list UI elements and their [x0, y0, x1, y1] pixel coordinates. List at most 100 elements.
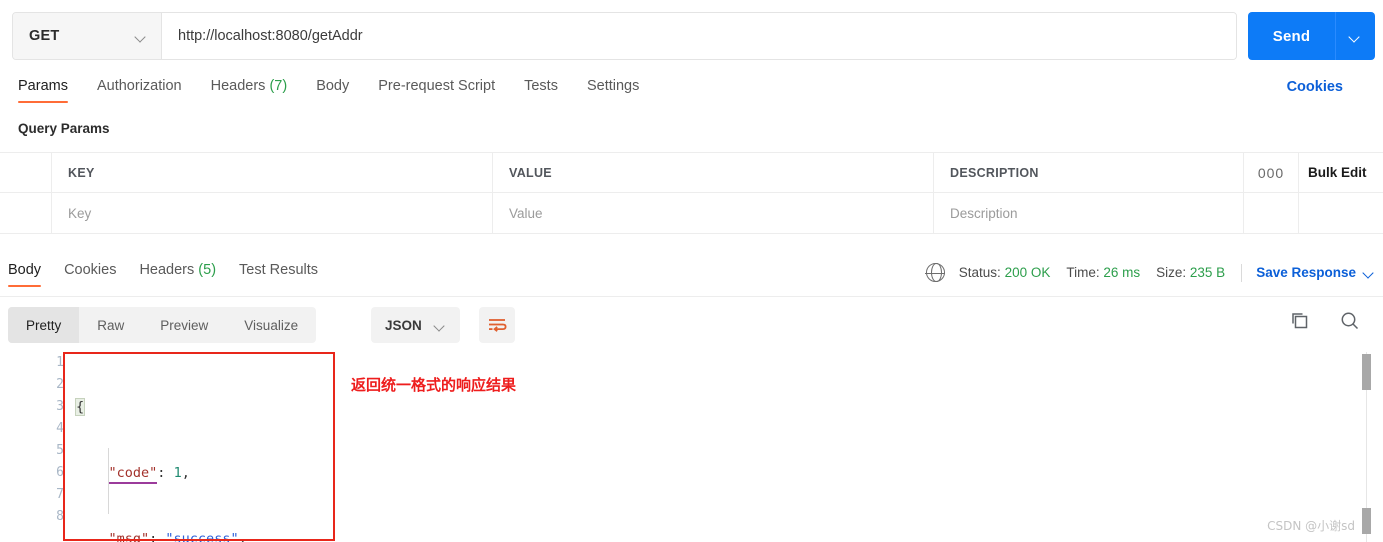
- cookies-link[interactable]: Cookies: [1287, 79, 1343, 95]
- chevron-down-icon: [1350, 33, 1361, 40]
- tab-pre-request-script[interactable]: Pre-request Script: [378, 78, 512, 103]
- query-params-table: KEY VALUE DESCRIPTION 000 Bulk Edit Key …: [0, 152, 1383, 234]
- format-pretty-button[interactable]: Pretty: [8, 307, 80, 343]
- annotation-text: 返回统一格式的响应结果: [351, 376, 517, 394]
- divider: [0, 296, 1383, 297]
- param-key-input[interactable]: Key: [52, 193, 493, 233]
- tab-authorization[interactable]: Authorization: [97, 78, 199, 103]
- tab-label: Params: [18, 78, 68, 94]
- line-number: 1: [56, 355, 64, 370]
- json-code: { "code": 1, "msg": "success", "data": {…: [74, 352, 290, 542]
- value-placeholder: Value: [509, 205, 543, 221]
- time-label: Time:: [1066, 265, 1100, 280]
- http-method-selector[interactable]: GET: [13, 13, 161, 59]
- copy-icon[interactable]: [1289, 310, 1311, 332]
- content-type-selector[interactable]: JSON: [371, 307, 460, 343]
- format-visualize-button[interactable]: Visualize: [226, 307, 316, 343]
- send-options-button[interactable]: [1335, 12, 1375, 60]
- column-header-description: DESCRIPTION: [934, 153, 1244, 192]
- content-type-label: JSON: [385, 317, 422, 333]
- word-wrap-icon: [489, 319, 507, 332]
- size-label: Size:: [1156, 265, 1187, 280]
- format-raw-button[interactable]: Raw: [79, 307, 142, 343]
- line-number: 4: [56, 421, 64, 436]
- comma: ,: [238, 531, 247, 542]
- url-input[interactable]: http://localhost:8080/getAddr: [161, 13, 1236, 59]
- line-number: 7: [56, 487, 64, 502]
- brace: {: [74, 398, 86, 416]
- code-line: "msg": "success",: [76, 528, 290, 542]
- row-checkbox-cell[interactable]: [0, 193, 52, 233]
- select-all-cell: [0, 153, 52, 192]
- tab-label: Pre-request Script: [378, 78, 496, 94]
- tab-label: Cookies: [64, 262, 117, 278]
- tab-label: Headers: [210, 78, 266, 94]
- response-meta: Status: 200 OK Time: 26 ms Size: 235 B S…: [925, 262, 1375, 283]
- status-label: Status:: [958, 265, 1001, 280]
- response-body-viewer[interactable]: 1 2 3 4 5 6 7 8 { "code": 1, "msg": "suc…: [0, 352, 1383, 542]
- line-number: 8: [56, 509, 64, 524]
- url-text: http://localhost:8080/getAddr: [178, 28, 363, 44]
- separator: :: [157, 465, 174, 481]
- key-placeholder: Key: [68, 205, 92, 221]
- table-row: Key Value Description: [0, 193, 1383, 233]
- tab-label: Headers: [139, 262, 195, 278]
- description-placeholder: Description: [950, 205, 1018, 221]
- json-key: "msg": [109, 531, 150, 542]
- row-spacer-cell: [1244, 193, 1299, 233]
- tab-label: Body: [8, 262, 42, 278]
- query-params-title: Query Params: [18, 121, 110, 136]
- format-preview-button[interactable]: Preview: [142, 307, 226, 343]
- tab-tests[interactable]: Tests: [524, 78, 575, 103]
- line-number: 3: [56, 399, 64, 414]
- bulk-edit-button[interactable]: Bulk Edit: [1299, 153, 1383, 192]
- line-number: 5: [56, 443, 64, 458]
- response-format-group: Pretty Raw Preview Visualize: [8, 307, 317, 343]
- word-wrap-button[interactable]: [479, 307, 515, 343]
- code-line: {: [74, 396, 290, 418]
- chevron-down-icon[interactable]: [1364, 269, 1375, 276]
- column-label: DESCRIPTION: [950, 165, 1039, 180]
- line-number: 6: [56, 465, 64, 480]
- column-label: KEY: [68, 165, 95, 180]
- param-description-input[interactable]: Description: [934, 193, 1244, 233]
- json-key: "code": [108, 465, 158, 481]
- table-more-options-button[interactable]: 000: [1244, 153, 1299, 192]
- param-value-input[interactable]: Value: [493, 193, 934, 233]
- json-number: 1: [173, 465, 182, 481]
- tab-label: Body: [316, 78, 350, 94]
- tab-body[interactable]: Body: [316, 78, 366, 103]
- request-tabs: Params Authorization Headers (7) Body Pr…: [18, 78, 668, 103]
- response-tab-body[interactable]: Body: [8, 262, 56, 287]
- row-spacer-cell-2: [1299, 193, 1383, 233]
- table-header-row: KEY VALUE DESCRIPTION 000 Bulk Edit: [0, 153, 1383, 193]
- tab-count: (5): [198, 262, 217, 278]
- scrollbar-thumb-secondary[interactable]: [1362, 508, 1371, 534]
- response-tab-headers[interactable]: Headers (5): [139, 262, 231, 287]
- code-line: "code": 1,: [76, 462, 290, 484]
- divider: [1241, 263, 1243, 282]
- search-icon[interactable]: [1339, 310, 1361, 332]
- size-value: 235 B: [1189, 265, 1226, 280]
- tab-label: Settings: [586, 78, 640, 94]
- status-badge: Status: 200 OK: [959, 265, 1051, 280]
- comma: ,: [181, 465, 190, 481]
- line-number: 2: [56, 377, 64, 392]
- save-response-button[interactable]: Save Response: [1256, 265, 1356, 280]
- chevron-down-icon: [435, 322, 446, 329]
- tab-settings[interactable]: Settings: [587, 78, 656, 103]
- response-tab-test-results[interactable]: Test Results: [239, 262, 333, 287]
- response-tabs: Body Cookies Headers (5) Test Results: [8, 262, 341, 287]
- tab-label: Authorization: [96, 78, 182, 94]
- time-value: 26 ms: [1103, 265, 1141, 280]
- request-url-bar: GET http://localhost:8080/getAddr: [12, 12, 1237, 60]
- separator: :: [149, 531, 166, 542]
- column-label: VALUE: [509, 165, 552, 180]
- line-number-gutter: 1 2 3 4 5 6 7 8: [30, 352, 64, 528]
- response-tab-cookies[interactable]: Cookies: [64, 262, 131, 287]
- scrollbar-thumb[interactable]: [1362, 354, 1371, 390]
- globe-icon: [925, 262, 946, 283]
- tab-headers[interactable]: Headers (7): [211, 78, 305, 103]
- send-button[interactable]: Send: [1248, 12, 1335, 60]
- tab-params[interactable]: Params: [18, 78, 85, 103]
